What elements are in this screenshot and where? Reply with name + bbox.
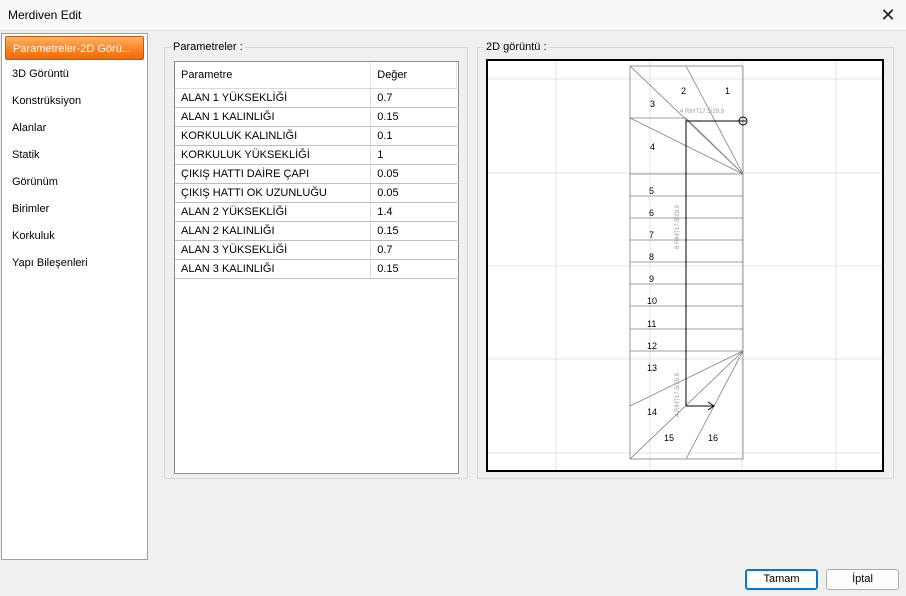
stair-drawing: 1 2 3 4 5 6 7 8 9 10 11 12 13 14 15 16 4… [488,61,882,470]
step-number: 5 [649,186,654,196]
table-row[interactable]: ALAN 3 YÜKSEKLİĞİ 0.7 [175,240,457,260]
param-value[interactable]: 0.7 [370,88,457,108]
step-number: 12 [647,341,657,351]
close-icon[interactable]: ✕ [878,5,898,25]
sidebar-item-construction[interactable]: Konstrüksiyon [2,88,147,115]
step-number: 9 [649,274,654,284]
table-row[interactable]: KORKULUK YÜKSEKLİĞİ 1 [175,145,457,165]
column-header-parameter[interactable]: Parametre [175,62,372,89]
sidebar-item-appearance[interactable]: Görünüm [2,169,147,196]
step-number: 6 [649,208,654,218]
table-header-row: Parametre Değer [175,62,457,89]
step-number: 2 [681,86,686,96]
param-name: ALAN 2 KALINLIĞI [175,221,372,241]
sidebar-item-railing[interactable]: Korkuluk [2,223,147,250]
step-number: 11 [647,319,656,329]
table-row[interactable]: ALAN 2 KALINLIĞI 0.15 [175,221,457,241]
table-row[interactable]: ÇIKIŞ HATTI OK UZUNLUĞU 0.05 [175,183,457,203]
param-value[interactable]: 0.7 [370,240,457,260]
param-name: KORKULUK YÜKSEKLİĞİ [175,145,372,165]
sidebar-item-building-components[interactable]: Yapı Bileşenleri [2,250,147,277]
table-row[interactable]: ALAN 1 YÜKSEKLİĞİ 0.7 [175,88,457,108]
param-name: ÇIKIŞ HATTI OK UZUNLUĞU [175,183,372,203]
param-value[interactable]: 0.15 [370,107,457,127]
column-header-value[interactable]: Değer [370,62,457,89]
table-row[interactable]: ALAN 1 KALINLIĞI 0.15 [175,107,457,127]
sidebar-item-areas[interactable]: Alanlar [2,115,147,142]
step-number: 15 [664,433,674,443]
step-number: 8 [649,252,654,262]
preview-group-label: 2D görüntü : [484,41,549,53]
param-name: ALAN 1 YÜKSEKLİĞİ [175,88,372,108]
param-value[interactable]: 1 [370,145,457,165]
step-number: 14 [647,407,657,417]
table-row[interactable]: KORKULUK KALINLIĞI 0.1 [175,126,457,146]
param-value[interactable]: 0.05 [370,183,457,203]
step-number: 10 [647,296,657,306]
parameters-group-label: Parametreler : [171,41,245,53]
param-name: ALAN 1 KALINLIĞI [175,107,372,127]
sidebar-item-3d-view[interactable]: 3D Görüntü [2,61,147,88]
table-row[interactable]: ÇIKIŞ HATTI DAİRE ÇAPI 0.05 [175,164,457,184]
param-value[interactable]: 0.15 [370,221,457,241]
step-number: 7 [649,230,654,240]
parameters-table: Parametre Değer ALAN 1 YÜKSEKLİĞİ 0.7 ALA… [174,61,459,474]
sidebar-item-units[interactable]: Birimler [2,196,147,223]
sidebar-item-static[interactable]: Statik [2,142,147,169]
param-value[interactable]: 0.15 [370,259,457,279]
step-number: 4 [650,142,655,152]
param-value[interactable]: 0.1 [370,126,457,146]
table-row[interactable]: ALAN 2 YÜKSEKLİĞİ 1.4 [175,202,457,222]
stair-2d-preview[interactable]: 1 2 3 4 5 6 7 8 9 10 11 12 13 14 15 16 4… [486,59,884,472]
step-number: 13 [647,363,657,373]
param-name: ÇIKIŞ HATTI DAİRE ÇAPI [175,164,372,184]
param-name: ALAN 2 YÜKSEKLİĞİ [175,202,372,222]
table-row[interactable]: ALAN 3 KALINLIĞI 0.15 [175,259,457,279]
riser-annotation: 4 RIHT17.5/29.9 [680,109,725,115]
param-value[interactable]: 0.05 [370,164,457,184]
sidebar: Parametreler-2D Görü... 3D Görüntü Konst… [1,33,148,560]
cancel-button[interactable]: İptal [826,569,899,590]
ok-button[interactable]: Tamam [745,569,818,590]
window-title: Merdiven Edit [8,8,82,22]
sidebar-item-parameters-2d[interactable]: Parametreler-2D Görü... [5,36,144,60]
title-bar: Merdiven Edit ✕ [0,0,906,31]
step-number: 16 [708,433,718,443]
param-name: ALAN 3 YÜKSEKLİĞİ [175,240,372,260]
step-number: 1 [725,86,730,96]
riser-annotation: 8 RIHT17.5/29.9 [675,204,681,249]
param-name: KORKULUK KALINLIĞI [175,126,372,146]
riser-annotation: 4 RIHT17.5/29.8 [675,372,681,417]
preview-grid [488,61,882,470]
param-name: ALAN 3 KALINLIĞI [175,259,372,279]
step-number: 3 [650,99,655,109]
param-value[interactable]: 1.4 [370,202,457,222]
